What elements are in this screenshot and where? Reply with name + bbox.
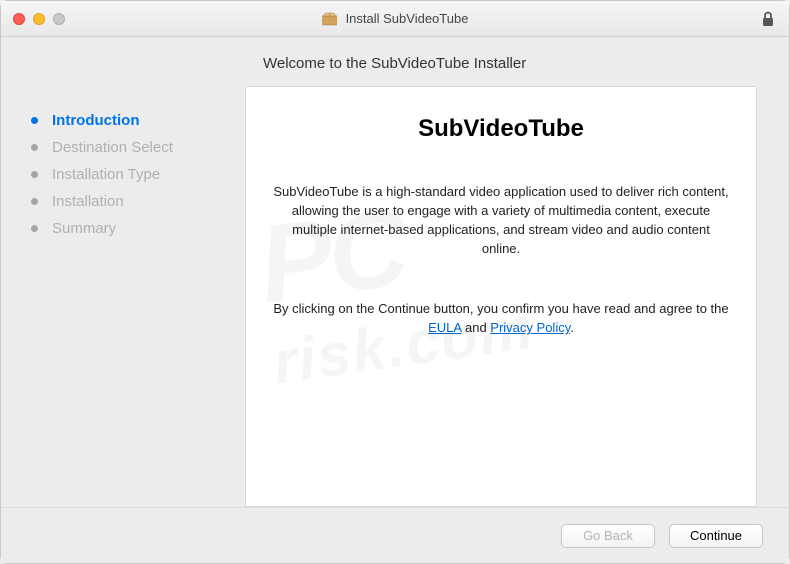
- titlebar: Install SubVideoTube: [1, 1, 789, 37]
- content-panel: SubVideoTube SubVideoTube is a high-stan…: [245, 86, 757, 507]
- traffic-lights: [13, 13, 65, 25]
- page-title: Welcome to the SubVideoTube Installer: [263, 55, 757, 72]
- step-destination-select: Destination Select: [31, 134, 245, 161]
- step-summary: Summary: [31, 215, 245, 242]
- lock-icon[interactable]: [761, 10, 775, 28]
- main: Welcome to the SubVideoTube Installer Su…: [245, 37, 789, 507]
- step-introduction: Introduction: [31, 107, 245, 134]
- product-name: SubVideoTube: [272, 115, 730, 143]
- step-label: Installation Type: [52, 166, 160, 183]
- minimize-window-button[interactable]: [33, 13, 45, 25]
- footer: Go Back Continue: [1, 507, 789, 563]
- bullet-icon: [31, 144, 38, 151]
- step-installation-type: Installation Type: [31, 161, 245, 188]
- window-title: Install SubVideoTube: [322, 11, 469, 27]
- maximize-window-button: [53, 13, 65, 25]
- bullet-icon: [31, 225, 38, 232]
- step-list: Introduction Destination Select Installa…: [31, 107, 245, 242]
- privacy-policy-link[interactable]: Privacy Policy: [490, 320, 570, 335]
- eula-link[interactable]: EULA: [428, 320, 461, 335]
- sidebar: Introduction Destination Select Installa…: [1, 37, 245, 507]
- content-area: Introduction Destination Select Installa…: [1, 37, 789, 507]
- agree-post: .: [570, 320, 574, 335]
- step-label: Summary: [52, 220, 116, 237]
- agree-mid: and: [461, 320, 490, 335]
- agreement-text: By clicking on the Continue button, you …: [272, 300, 730, 338]
- bullet-icon: [31, 171, 38, 178]
- window-title-text: Install SubVideoTube: [346, 11, 469, 26]
- step-label: Introduction: [52, 112, 139, 129]
- product-description: SubVideoTube is a high-standard video ap…: [272, 183, 730, 258]
- step-installation: Installation: [31, 188, 245, 215]
- agree-pre: By clicking on the Continue button, you …: [273, 301, 728, 316]
- step-label: Installation: [52, 193, 124, 210]
- go-back-button: Go Back: [561, 524, 655, 548]
- bullet-icon: [31, 198, 38, 205]
- bullet-icon: [31, 117, 38, 124]
- continue-button[interactable]: Continue: [669, 524, 763, 548]
- package-icon: [322, 11, 338, 27]
- close-window-button[interactable]: [13, 13, 25, 25]
- step-label: Destination Select: [52, 139, 173, 156]
